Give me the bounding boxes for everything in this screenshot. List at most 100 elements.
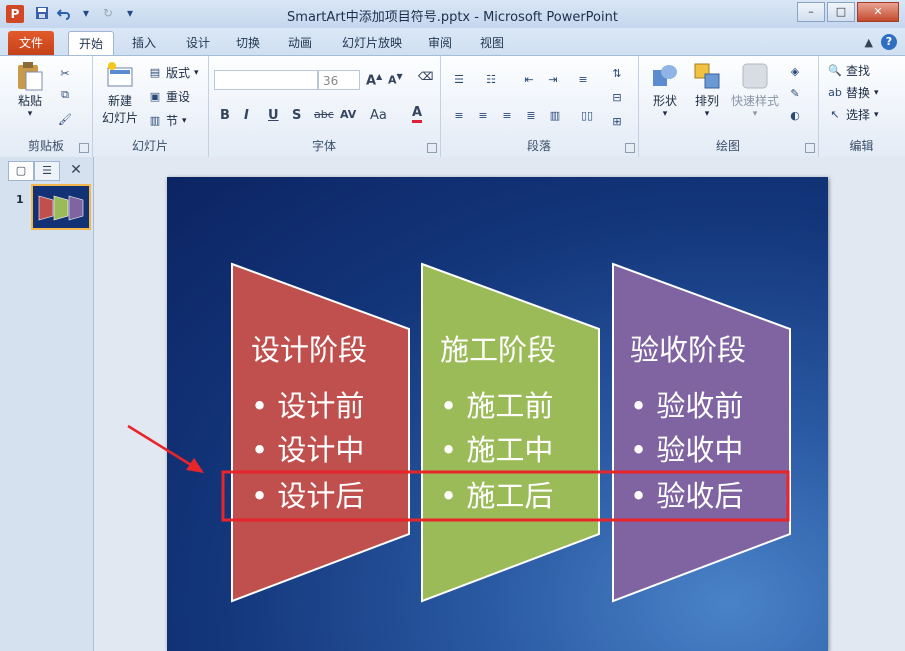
text-direction-icon[interactable]: ⇅ [610, 66, 624, 80]
reset-button[interactable]: ▣ 重设 [148, 88, 190, 105]
select-button[interactable]: ↖ 选择 ▾ [828, 106, 878, 123]
find-icon: 🔍 [828, 64, 842, 77]
replace-button[interactable]: ab 替换 ▾ [828, 84, 878, 101]
align-center-icon[interactable]: ≡ [476, 108, 490, 122]
shapes-icon [649, 60, 681, 92]
font-size-combo[interactable]: 36 [318, 70, 360, 90]
group-font: 36 A▲ A▼ ⌫ B I U S abc AV Aa A 字体 [208, 56, 441, 157]
paste-button[interactable]: 粘贴 ▾ [10, 60, 50, 119]
bullet-item[interactable]: • 设计后 [251, 473, 364, 515]
clipboard-launcher-icon[interactable] [79, 143, 89, 153]
bold-button[interactable]: B [220, 108, 230, 123]
arrange-icon [691, 60, 723, 92]
drawing-launcher-icon[interactable] [805, 143, 815, 153]
quick-styles-button[interactable]: 快速样式 ▾ [728, 60, 782, 119]
columns-icon[interactable]: ▯▯ [580, 108, 594, 122]
line-spacing-icon[interactable]: ≡ [576, 72, 590, 86]
section-button[interactable]: ▥ 节 ▾ [148, 112, 187, 129]
group-label-font: 字体 [311, 139, 336, 153]
paste-icon [14, 60, 46, 92]
bullet-item[interactable]: • 施工前 [440, 383, 553, 425]
format-painter-icon[interactable]: 🖌 [58, 112, 72, 126]
tab-view[interactable]: 视图 [470, 31, 514, 55]
bullet-item[interactable]: • 设计中 [251, 427, 364, 469]
shapes-button[interactable]: 形状 ▾ [644, 60, 686, 119]
tab-review[interactable]: 审阅 [418, 31, 462, 55]
align-text-icon[interactable]: ⊟ [610, 90, 624, 104]
column-heading[interactable]: 设计阶段 [251, 327, 367, 369]
tab-transitions[interactable]: 切换 [226, 31, 270, 55]
minimize-button[interactable]: – [797, 2, 825, 22]
text-shadow-button[interactable]: S [292, 108, 301, 123]
bullets-icon[interactable]: ☰ [452, 72, 466, 86]
group-label-editing: 编辑 [849, 139, 874, 153]
layout-icon: ▤ [149, 66, 161, 79]
align-right-icon[interactable]: ≡ [500, 108, 514, 122]
layout-button[interactable]: ▤ 版式 ▾ [148, 64, 199, 81]
character-spacing-icon[interactable]: AV [340, 108, 356, 121]
quick-styles-icon [739, 60, 771, 92]
distributed-icon[interactable]: ▥ [548, 108, 562, 122]
font-color-button[interactable]: A [412, 106, 423, 123]
bullet-item[interactable]: • 施工后 [440, 473, 553, 515]
bullet-item[interactable]: • 验收前 [630, 383, 743, 425]
grow-font-icon[interactable]: A▲ [366, 72, 382, 88]
help-icon[interactable]: ? [881, 34, 897, 50]
close-button[interactable]: ✕ [857, 2, 899, 22]
increase-indent-icon[interactable]: ⇥ [546, 72, 560, 86]
new-slide-icon [104, 60, 136, 92]
font-name-combo[interactable] [214, 70, 318, 90]
paragraph-launcher-icon[interactable] [625, 143, 635, 153]
tab-home[interactable]: 开始 [68, 31, 115, 56]
maximize-button[interactable]: □ [827, 2, 855, 22]
strikethrough-button[interactable]: abc [314, 108, 334, 121]
tab-animations[interactable]: 动画 [278, 31, 322, 55]
slide-thumbnail[interactable] [31, 184, 91, 230]
underline-button[interactable]: U [268, 108, 279, 123]
slides-tab-icon[interactable]: ▢ [8, 161, 34, 181]
tab-insert[interactable]: 插入 [122, 31, 166, 55]
justify-icon[interactable]: ≣ [524, 108, 538, 122]
close-pane-icon[interactable]: ✕ [66, 161, 86, 179]
select-cursor-icon: ↖ [830, 108, 840, 121]
bullet-item[interactable]: • 验收中 [630, 427, 743, 469]
replace-icon: ab [828, 86, 842, 99]
pane-tabs: ▢ ☰ ✕ [8, 161, 90, 181]
shrink-font-icon[interactable]: A▼ [388, 72, 403, 87]
new-slide-button[interactable]: 新建 幻灯片 [98, 60, 142, 126]
group-drawing: 形状 ▾ 排列 ▾ 快速样式 ▾ ◈ ✎ ◐ 绘图 [638, 56, 819, 157]
numbering-icon[interactable]: ☷ [484, 72, 498, 86]
clear-format-icon[interactable]: ⌫ [418, 70, 434, 83]
bullet-item[interactable]: • 设计前 [251, 383, 364, 425]
column-heading[interactable]: 验收阶段 [630, 327, 746, 369]
bullet-item[interactable]: • 验收后 [630, 473, 743, 515]
shape-effects-icon[interactable]: ◐ [788, 108, 802, 122]
ribbon: 粘贴 ▾ ✂ ⧉ 🖌 剪贴板 新建 幻灯片 ▤ 版式 ▾ ▣ 重设 ▥ 节 ▾ 幻灯片 3… [0, 55, 905, 158]
arrange-button[interactable]: 排列 ▾ [686, 60, 728, 119]
decrease-indent-icon[interactable]: ⇤ [522, 72, 536, 86]
tab-slideshow[interactable]: 幻灯片放映 [332, 31, 412, 55]
cut-icon[interactable]: ✂ [58, 66, 72, 80]
section-icon: ▥ [149, 114, 161, 127]
window-controls: – □ ✕ [797, 2, 899, 22]
slide[interactable]: 设计阶段 • 设计前 • 设计中 • 设计后 施工阶段 • 施工前 • 施工中 … [167, 177, 828, 651]
tab-design[interactable]: 设计 [176, 31, 220, 55]
font-launcher-icon[interactable] [427, 143, 437, 153]
change-case-button[interactable]: Aa [370, 108, 387, 123]
italic-button[interactable]: I [244, 108, 249, 123]
window-title: SmartArt中添加项目符号.pptx - Microsoft PowerPo… [287, 10, 618, 25]
group-label-paragraph: 段落 [526, 139, 551, 153]
align-left-icon[interactable]: ≡ [452, 108, 466, 122]
copy-icon[interactable]: ⧉ [58, 88, 72, 102]
find-button[interactable]: 🔍 查找 [828, 62, 870, 79]
column-heading[interactable]: 施工阶段 [440, 327, 556, 369]
group-slides: 新建 幻灯片 ▤ 版式 ▾ ▣ 重设 ▥ 节 ▾ 幻灯片 [92, 56, 209, 157]
shape-outline-icon[interactable]: ✎ [788, 86, 802, 100]
tab-file[interactable]: 文件 [8, 31, 54, 55]
reset-icon: ▣ [149, 90, 161, 103]
convert-smartart-icon[interactable]: ⊞ [610, 114, 624, 128]
bullet-item[interactable]: • 施工中 [440, 427, 553, 469]
shape-fill-icon[interactable]: ◈ [788, 64, 802, 78]
minimize-ribbon-icon[interactable]: ▲ [865, 36, 873, 49]
outline-tab-icon[interactable]: ☰ [34, 161, 60, 181]
